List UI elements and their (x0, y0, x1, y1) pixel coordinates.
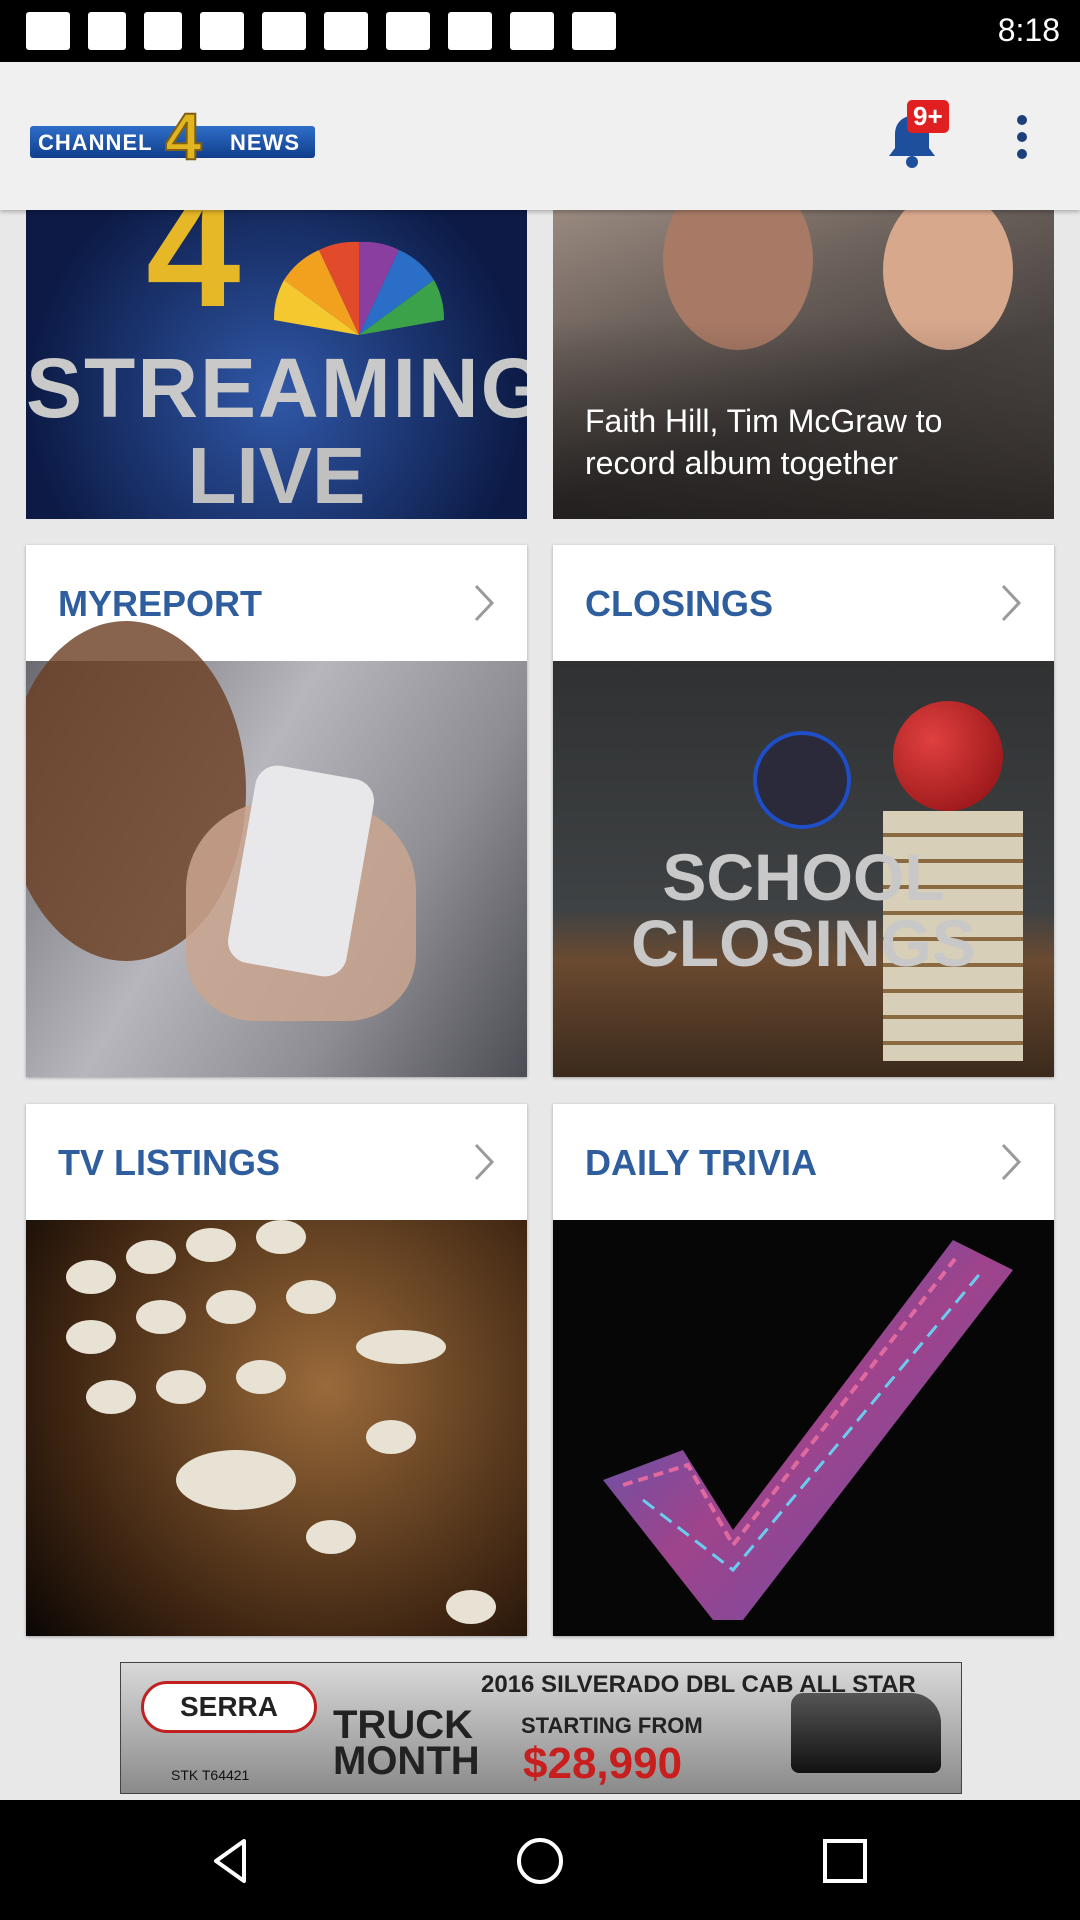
ad-headline: TRUCK MONTH (333, 1703, 480, 1783)
apple-image (893, 701, 1003, 811)
microscope-icon (144, 12, 182, 50)
peacock-icon (273, 241, 445, 335)
ad-starting: STARTING FROM (521, 1713, 703, 1738)
ad-stock: STK T64421 (171, 1767, 250, 1783)
status-time: 8:18 (997, 12, 1060, 48)
app-icon (200, 12, 244, 50)
logo-number: 4 (164, 98, 203, 174)
status-bar: 8:18 (0, 0, 1080, 62)
app-icon (324, 12, 368, 50)
app-icon (572, 12, 616, 50)
ad-headline1: TRUCK (333, 1703, 473, 1747)
card-label: TV LISTINGS (58, 1142, 281, 1183)
tv-remote-image (26, 1220, 527, 1636)
tv-listings-header[interactable]: TV LISTINGS (26, 1104, 527, 1220)
daily-trivia-header[interactable]: DAILY TRIVIA (553, 1104, 1054, 1220)
logo-text-right: NEWS (230, 130, 300, 155)
truck-image (791, 1693, 941, 1773)
mascot-logo (753, 731, 851, 829)
logo-text-left: CHANNEL (38, 130, 153, 155)
streaming-text: STREAMING (26, 341, 527, 435)
card-label: MYREPORT (58, 583, 263, 624)
school-text: SCHOOL (662, 840, 945, 914)
chevron-right-icon (474, 1143, 495, 1181)
stream-number: 4 (146, 210, 241, 343)
recents-icon[interactable] (820, 1836, 870, 1886)
news-story-tile[interactable]: Faith Hill, Tim McGraw to record album t… (553, 210, 1054, 519)
closings-text: CLOSINGS (631, 906, 976, 980)
checkmark-icon (603, 1240, 1013, 1620)
back-icon[interactable] (206, 1836, 256, 1886)
notification-badge: 9+ (907, 100, 949, 133)
chevron-right-icon (1001, 584, 1022, 622)
ad-brand: SERRA (141, 1681, 317, 1733)
more-vert-icon[interactable] (1012, 115, 1032, 165)
streaming-live-tile[interactable]: 4 STREAMING LIVE (26, 210, 527, 519)
live-text: LIVE (187, 431, 366, 519)
closings-header[interactable]: CLOSINGS (553, 545, 1054, 661)
news-headline: Faith Hill, Tim McGraw to record album t… (585, 403, 943, 481)
tv-listings-card[interactable]: TV LISTINGS (26, 1104, 527, 1636)
school-closings-image: SCHOOL CLOSINGS (553, 661, 1054, 1077)
app-icon (448, 12, 492, 50)
notification-icons (26, 12, 616, 50)
chevron-right-icon (474, 584, 495, 622)
trivia-checkmark-image (553, 1220, 1054, 1636)
myreport-card[interactable]: MYREPORT (26, 545, 527, 1077)
message-icon (26, 12, 70, 50)
facebook-icon (88, 12, 126, 50)
card-label: DAILY TRIVIA (585, 1142, 818, 1183)
chevron-right-icon (1001, 1143, 1022, 1181)
home-icon[interactable] (515, 1836, 565, 1886)
daily-trivia-card[interactable]: DAILY TRIVIA (553, 1104, 1054, 1636)
app-icon (262, 12, 306, 50)
closings-card[interactable]: CLOSINGS SCHOOL CLOSINGS (553, 545, 1054, 1077)
ad-headline2: MONTH (333, 1739, 480, 1783)
ad-banner[interactable]: SERRA 2016 SILVERADO DBL CAB ALL STAR TR… (120, 1662, 962, 1794)
app-icon (386, 12, 430, 50)
system-nav-bar (0, 1800, 1080, 1920)
ad-price: $28,990 (523, 1739, 683, 1788)
channel-4-news-logo[interactable]: CHANNEL 4 NEWS (30, 98, 315, 174)
app-icon (510, 12, 554, 50)
myreport-image (26, 621, 527, 1077)
card-label: CLOSINGS (585, 583, 774, 624)
